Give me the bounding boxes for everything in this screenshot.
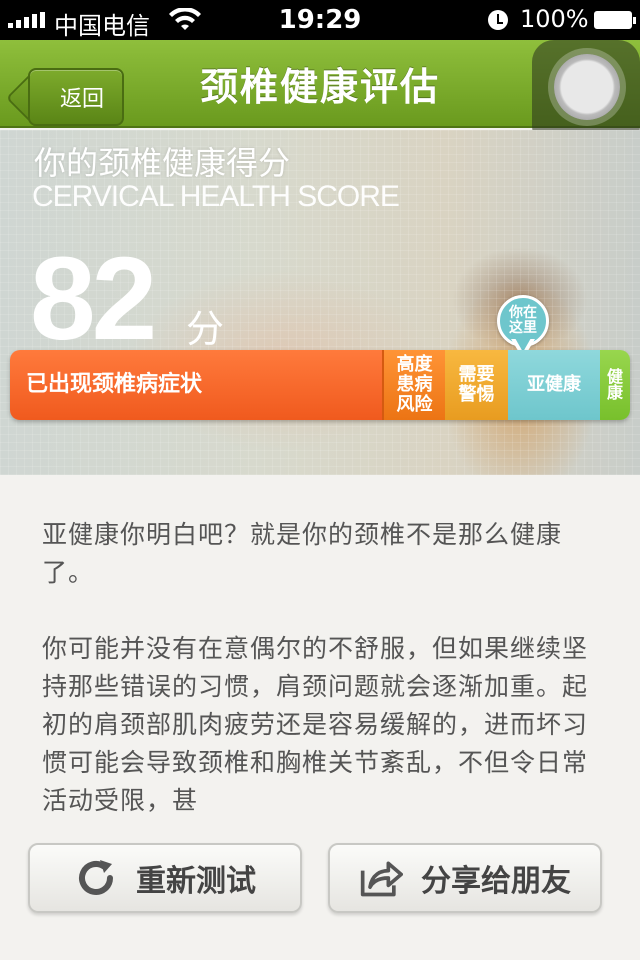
status-bar: 中国电信 19:29 100%	[0, 0, 640, 40]
score-title-en: CERVICAL HEALTH SCORE	[32, 180, 400, 213]
share-button[interactable]: 分享给朋友	[328, 843, 602, 913]
back-button-label: 返回	[59, 87, 104, 112]
result-description: 亚健康你明白吧？就是你的颈椎不是那么健康了。 你可能并没有在意偶尔的不舒服，但如…	[42, 516, 592, 858]
share-icon	[360, 861, 403, 897]
share-button-label: 分享给朋友	[421, 864, 571, 899]
nav-bar: 返回 颈椎健康评估	[0, 40, 640, 148]
scale-segment-symptom: 已出现颈椎病症状	[10, 350, 382, 420]
battery-icon	[594, 11, 636, 29]
score-title: 你的颈椎健康得分	[34, 144, 291, 182]
scale-segment-high-risk: 高度患病风险	[382, 350, 445, 420]
back-button[interactable]: 返回	[28, 68, 124, 126]
score-value: 82	[30, 233, 157, 365]
battery-percent: 100%	[520, 5, 589, 33]
refresh-icon	[79, 860, 113, 895]
scale-segment-subhealthy: 亚健康	[508, 350, 600, 420]
rotation-lock-icon	[488, 10, 508, 30]
back-button-wrap[interactable]: 返回	[14, 54, 124, 126]
health-scale-bar: 已出现颈椎病症状 高度患病风险 需要警惕 亚健康 健康	[10, 350, 630, 420]
description-paragraph: 你可能并没有在意偶尔的不舒服，但如果继续坚持那些错误的习惯，肩颈问题就会逐渐加重…	[42, 634, 589, 815]
retest-button-label: 重新测试	[136, 864, 256, 899]
retest-button[interactable]: 重新测试	[28, 843, 302, 913]
score-unit: 分	[186, 307, 225, 351]
score-hero: 你的颈椎健康得分 CERVICAL HEALTH SCORE 82 分 你在这里…	[0, 130, 640, 475]
bottom-action-bar: 重新测试 分享给朋友	[0, 828, 640, 960]
description-paragraph: 亚健康你明白吧？就是你的颈椎不是那么健康了。	[42, 520, 563, 587]
scale-segment-healthy: 健康	[600, 350, 630, 420]
scale-segment-alert: 需要警惕	[445, 350, 508, 420]
